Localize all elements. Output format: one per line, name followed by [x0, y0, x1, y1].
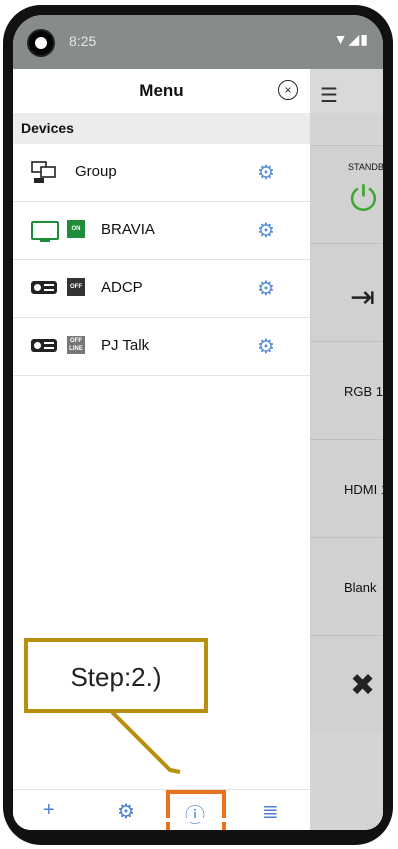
callout-pointer — [110, 710, 181, 774]
